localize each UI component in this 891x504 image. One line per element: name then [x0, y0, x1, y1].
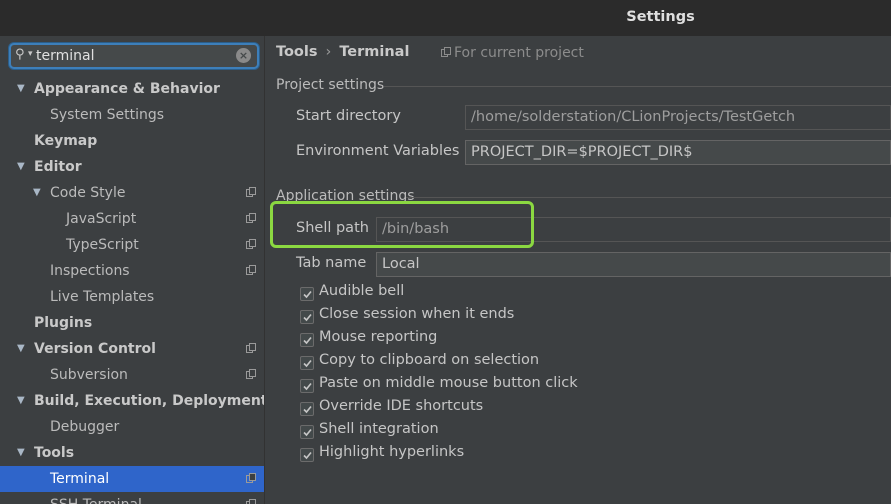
checkmark-icon [303, 313, 312, 322]
checkbox-box[interactable] [300, 287, 314, 301]
search-history-chevron-icon[interactable]: ▾ [28, 49, 33, 59]
checkmark-icon [303, 382, 312, 391]
checkbox-box[interactable] [300, 356, 314, 370]
expand-arrow-icon[interactable]: ▼ [17, 76, 25, 102]
settings-sidebar: ⚲ ▾ × ▼ Appearance & Behavior System Setti… [0, 36, 265, 504]
checkmark-icon [303, 451, 312, 460]
checkbox-label: Paste on middle mouse button click [319, 375, 578, 391]
environment-variables-field[interactable]: PROJECT_DIR=$PROJECT_DIR$ [465, 140, 891, 165]
shell-path-highlight-annotation [270, 201, 534, 248]
sidebar-item-debugger[interactable]: Debugger [0, 414, 264, 440]
project-scope-icon [441, 46, 451, 62]
expand-arrow-icon[interactable]: ▼ [17, 440, 25, 466]
project-scope-icon [246, 343, 256, 354]
sidebar-item-version-control[interactable]: ▼ Version Control [0, 336, 264, 362]
checkbox-label: Audible bell [319, 283, 405, 299]
sidebar-item-terminal[interactable]: Terminal [0, 466, 264, 492]
project-settings-divider [384, 86, 891, 87]
for-current-project-note: For current project [441, 45, 584, 62]
environment-variables-label: Environment Variables [296, 143, 460, 159]
sidebar-item-editor[interactable]: ▼ Editor [0, 154, 264, 180]
checkbox-label: Highlight hyperlinks [319, 444, 465, 460]
sidebar-item-system-settings[interactable]: System Settings [0, 102, 264, 128]
sidebar-item-appearance-behavior[interactable]: ▼ Appearance & Behavior [0, 76, 264, 102]
for-current-project-label: For current project [454, 45, 584, 61]
sidebar-item-label: Subversion [50, 367, 128, 383]
sidebar-item-label: Plugins [34, 315, 93, 331]
checkmark-icon [303, 359, 312, 368]
checkbox-box[interactable] [300, 448, 314, 462]
checkbox-label: Shell integration [319, 421, 439, 437]
project-settings-heading: Project settings [276, 77, 385, 93]
checkbox-label: Override IDE shortcuts [319, 398, 484, 414]
sidebar-item-label: Build, Execution, Deployment [34, 393, 265, 409]
sidebar-item-inspections[interactable]: Inspections [0, 258, 264, 284]
project-scope-icon [246, 369, 256, 380]
sidebar-item-label: Editor [34, 159, 82, 175]
checkmark-icon [303, 428, 312, 437]
search-icon[interactable]: ⚲ [15, 47, 25, 62]
checkmark-icon [303, 405, 312, 414]
breadcrumb-separator: › [325, 44, 332, 60]
sidebar-item-live-templates[interactable]: Live Templates [0, 284, 264, 310]
sidebar-item-label: Inspections [50, 263, 130, 279]
window-title: Settings [626, 9, 695, 25]
sidebar-item-label: TypeScript [66, 237, 139, 253]
expand-arrow-icon[interactable]: ▼ [33, 180, 41, 206]
start-directory-label: Start directory [296, 108, 401, 124]
sidebar-item-subversion[interactable]: Subversion [0, 362, 264, 388]
application-settings-divider [406, 197, 891, 198]
sidebar-item-label: JavaScript [66, 211, 137, 227]
project-scope-icon [246, 473, 256, 484]
checkbox-box[interactable] [300, 310, 314, 324]
sidebar-item-javascript[interactable]: JavaScript [0, 206, 264, 232]
breadcrumb-parent[interactable]: Tools [276, 44, 318, 60]
project-scope-icon [246, 213, 256, 224]
search-box[interactable]: ⚲ ▾ × [9, 43, 259, 69]
breadcrumb-current: Terminal [339, 44, 410, 60]
project-scope-icon [246, 239, 256, 250]
checkbox-box[interactable] [300, 425, 314, 439]
checkbox-box[interactable] [300, 379, 314, 393]
checkbox-label: Close session when it ends [319, 306, 515, 322]
sidebar-item-plugins[interactable]: Plugins [0, 310, 264, 336]
clear-search-icon[interactable]: × [236, 48, 251, 63]
sidebar-item-label: Live Templates [50, 289, 155, 305]
sidebar-item-label: SSH Terminal [50, 492, 142, 504]
checkbox-label: Copy to clipboard on selection [319, 352, 540, 368]
sidebar-item-label: Appearance & Behavior [34, 81, 220, 97]
checkmark-icon [303, 336, 312, 345]
project-scope-icon [246, 187, 256, 198]
sidebar-item-label: Keymap [34, 133, 98, 149]
project-scope-icon [246, 265, 256, 276]
start-directory-field[interactable]: /home/solderstation/CLionProjects/TestGe… [465, 105, 891, 130]
sidebar-item-label: Terminal [50, 471, 110, 487]
breadcrumb: Tools › Terminal [276, 44, 409, 60]
checkbox-label: Mouse reporting [319, 329, 438, 345]
sidebar-item-tools[interactable]: ▼ Tools [0, 440, 264, 466]
settings-tree: ▼ Appearance & Behavior System Settings Key… [0, 76, 265, 504]
sidebar-item-keymap[interactable]: Keymap [0, 128, 264, 154]
tab-name-label: Tab name [296, 255, 367, 271]
tab-name-field[interactable]: Local [376, 252, 891, 277]
sidebar-item-label: Debugger [50, 419, 120, 435]
expand-arrow-icon[interactable]: ▼ [17, 336, 25, 362]
title-bar: Settings [0, 0, 891, 36]
sidebar-item-label: System Settings [50, 107, 165, 123]
sidebar-item-code-style[interactable]: ▼ Code Style [0, 180, 264, 206]
search-input[interactable] [36, 46, 231, 66]
expand-arrow-icon[interactable]: ▼ [17, 154, 25, 180]
project-scope-icon [246, 499, 256, 504]
checkmark-icon [303, 290, 312, 299]
sidebar-item-typescript[interactable]: TypeScript [0, 232, 264, 258]
sidebar-item-build-execution-deployment[interactable]: ▼ Build, Execution, Deployment [0, 388, 265, 414]
sidebar-item-label: Version Control [34, 341, 156, 357]
sidebar-item-label: Tools [34, 445, 75, 461]
expand-arrow-icon[interactable]: ▼ [17, 388, 25, 414]
sidebar-item-label: Code Style [50, 185, 126, 201]
checkbox-box[interactable] [300, 333, 314, 347]
sidebar-item-ssh-terminal[interactable]: SSH Terminal [0, 492, 264, 504]
checkbox-box[interactable] [300, 402, 314, 416]
